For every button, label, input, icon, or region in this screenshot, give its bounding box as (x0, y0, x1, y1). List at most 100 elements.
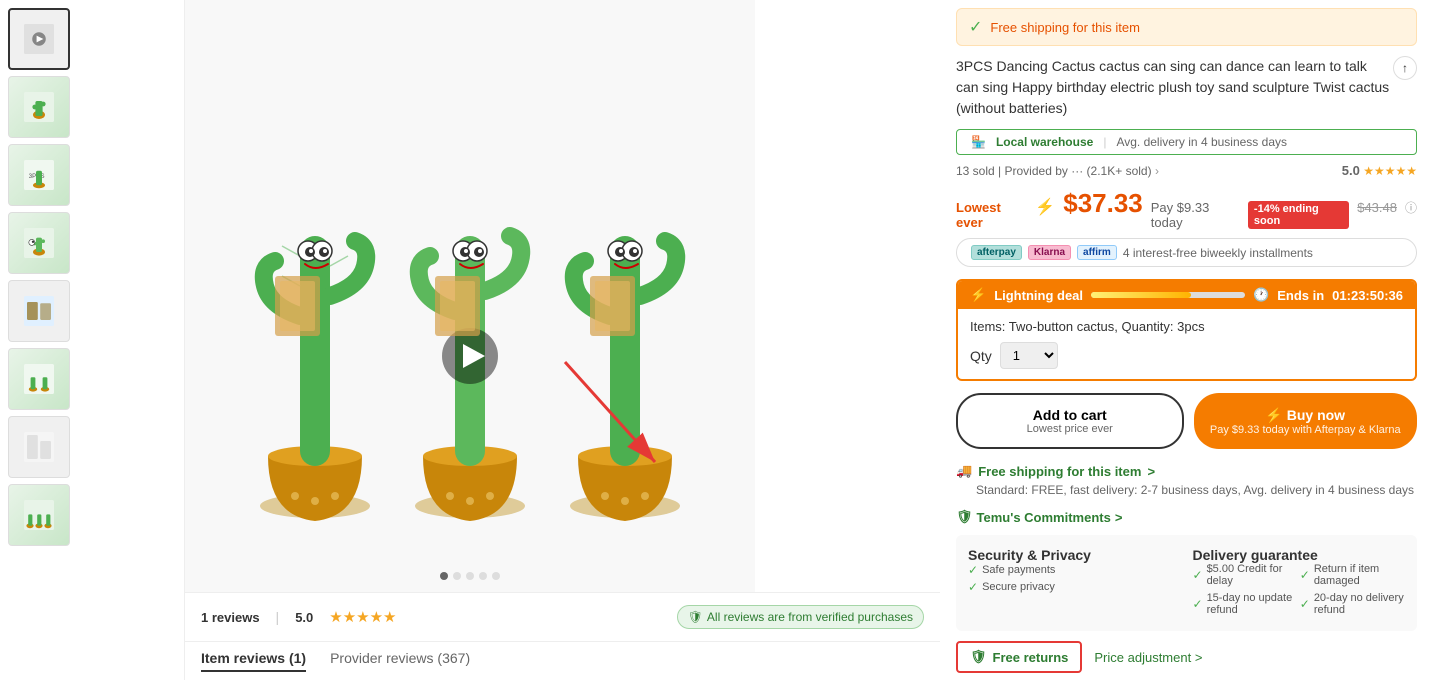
share-icon: ↑ (1402, 59, 1408, 77)
sold-info: 13 sold | Provided by ··· (2.1K+ sold) ›… (956, 163, 1417, 178)
product-title-text: 3PCS Dancing Cactus cactus can sing can … (956, 56, 1393, 119)
shipping-section: 🚚 Free shipping for this item > Standard… (956, 463, 1417, 497)
thumbnail-7[interactable] (8, 416, 70, 478)
product-image (220, 36, 720, 556)
shield-icon: 🛡 (956, 509, 973, 525)
security-col: Security & Privacy ✓ Safe payments ✓ Sec… (968, 547, 1181, 619)
image-dots (440, 572, 500, 580)
original-price: $43.48 (1357, 200, 1397, 215)
thumbnail-6[interactable] (8, 348, 70, 410)
info-icon: ⓘ (1405, 199, 1417, 216)
deal-progress-bar (1091, 292, 1245, 298)
truck-icon: 🚚 (956, 463, 972, 479)
lightning-deal: ⚡ Lightning deal 🕐 Ends in 01:23:50:36 I… (956, 279, 1417, 381)
commitments-chevron: > (1115, 510, 1123, 525)
lightning-icon: ⚡ (1035, 197, 1055, 217)
thumbnail-2[interactable] (8, 76, 70, 138)
thumbnail-sidebar: 3PCS (0, 0, 185, 680)
verified-text: All reviews are from verified purchases (707, 610, 913, 624)
installment-text: 4 interest-free biweekly installments (1123, 246, 1313, 260)
returns-row: 🛡 Free returns Price adjustment > (956, 641, 1417, 673)
tab-provider-reviews[interactable]: Provider reviews (367) (330, 650, 470, 672)
product-panel: ✓ Free shipping for this item 3PCS Danci… (940, 0, 1433, 680)
thumbnail-4[interactable] (8, 212, 70, 274)
afterpay-badge: afterpay (971, 245, 1022, 260)
lightning-deal-body: Items: Two-button cactus, Quantity: 3pcs… (958, 309, 1415, 379)
tab-item-reviews[interactable]: Item reviews (1) (201, 650, 306, 672)
provider-sold: (2.1K+ sold) (1087, 164, 1152, 178)
price-adjustment-link[interactable]: Price adjustment > (1082, 644, 1214, 671)
check-icon-2: ✓ (968, 580, 978, 594)
lightning-deal-header: ⚡ Lightning deal 🕐 Ends in 01:23:50:36 (958, 281, 1415, 309)
safe-payments: ✓ Safe payments (968, 563, 1181, 577)
free-shipping-banner: ✓ Free shipping for this item (956, 8, 1417, 46)
shipping-detail: Standard: FREE, fast delivery: 2-7 busin… (956, 483, 1417, 497)
lightning-deal-icon: ⚡ (970, 287, 986, 303)
left-content: 1 reviews | 5.0 ★★★★★ 🛡 All reviews are … (185, 0, 940, 680)
qty-selector: Qty 1 2 3 (970, 342, 1403, 369)
deal-progress-fill (1091, 292, 1191, 298)
thumbnail-3[interactable]: 3PCS (8, 144, 70, 206)
discount-badge: -14% ending soon (1248, 201, 1349, 229)
free-returns-button[interactable]: 🛡 Free returns (956, 641, 1082, 673)
lowest-price-label: Lowest price ever (970, 423, 1170, 435)
shipping-banner-text: Free shipping for this item (990, 20, 1140, 35)
clock-icon: 🕐 (1253, 287, 1269, 303)
secure-privacy-text: Secure privacy (982, 581, 1055, 593)
qty-label: Qty (970, 348, 992, 364)
warehouse-detail: Avg. delivery in 4 business days (1116, 135, 1287, 149)
shipping-link[interactable]: 🚚 Free shipping for this item > (956, 463, 1417, 479)
lowest-ever-label: Lowest ever (956, 200, 1027, 230)
check-icon-1: ✓ (968, 563, 978, 577)
buy-lightning-icon: ⚡ (1265, 407, 1282, 423)
chevron-provider: › (1155, 164, 1159, 178)
affirm-badge: affirm (1077, 245, 1117, 260)
price-main: $37.33 (1063, 188, 1143, 219)
sold-count: 13 sold (956, 164, 995, 178)
warehouse-label: Local warehouse (996, 135, 1093, 149)
dot-5[interactable] (492, 572, 500, 580)
product-image-container (210, 36, 730, 556)
shipping-check-icon: ✓ (969, 17, 982, 37)
buy-now-sub-text: Pay $9.33 today with Afterpay & Klarna (1206, 424, 1406, 436)
product-stars: ★★★★★ (1363, 164, 1417, 178)
share-button[interactable]: ↑ (1393, 56, 1417, 80)
warehouse-badge: 🏪 Local warehouse | Avg. delivery in 4 b… (956, 129, 1417, 155)
klarna-badge: Klarna (1028, 245, 1071, 260)
buy-now-button[interactable]: ⚡ Buy now Pay $9.33 today with Afterpay … (1194, 393, 1418, 449)
delivery-col: Delivery guarantee ✓$5.00 Credit for del… (1193, 547, 1406, 619)
action-buttons: Add to cart Lowest price ever ⚡ Buy now … (956, 393, 1417, 449)
thumbnail-8[interactable] (8, 484, 70, 546)
thumbnail-5[interactable] (8, 280, 70, 342)
commitments-text: Temu's Commitments (977, 510, 1111, 525)
dot-1[interactable] (440, 572, 448, 580)
thumbnail-1[interactable] (8, 8, 70, 70)
provider-dots: ··· (1071, 164, 1086, 178)
qty-dropdown[interactable]: 1 2 3 (1000, 342, 1058, 369)
add-to-cart-label: Add to cart (970, 407, 1170, 423)
review-stars: ★★★★★ (329, 608, 396, 626)
verified-badge: 🛡 All reviews are from verified purchase… (677, 605, 924, 629)
secure-privacy: ✓ Secure privacy (968, 580, 1181, 594)
installment-bar: afterpay Klarna affirm 4 interest-free b… (956, 238, 1417, 267)
shipping-chevron: > (1147, 464, 1155, 479)
price-section: Lowest ever ⚡ $37.33 Pay $9.33 today -14… (956, 188, 1417, 267)
main-image-area (185, 0, 755, 592)
add-to-cart-button[interactable]: Add to cart Lowest price ever (956, 393, 1184, 449)
dot-3[interactable] (466, 572, 474, 580)
shipping-link-text: Free shipping for this item (978, 464, 1141, 479)
lightning-deal-label: Lightning deal (994, 288, 1083, 303)
buy-now-text: Buy now (1287, 407, 1345, 423)
reviews-bar: 1 reviews | 5.0 ★★★★★ 🛡 All reviews are … (185, 592, 940, 641)
dot-4[interactable] (479, 572, 487, 580)
reviews-tabs: Item reviews (1) Provider reviews (367) (185, 641, 940, 680)
product-title-row: 3PCS Dancing Cactus cactus can sing can … (956, 56, 1417, 119)
warehouse-separator: | (1103, 135, 1106, 149)
safe-payments-text: Safe payments (982, 564, 1055, 576)
buy-now-label: ⚡ Buy now (1206, 407, 1406, 424)
commitments-link[interactable]: 🛡 Temu's Commitments > (956, 509, 1417, 525)
warehouse-icon: 🏪 (971, 135, 986, 149)
review-count: 1 reviews (201, 610, 260, 625)
security-title: Security & Privacy (968, 547, 1181, 563)
dot-2[interactable] (453, 572, 461, 580)
